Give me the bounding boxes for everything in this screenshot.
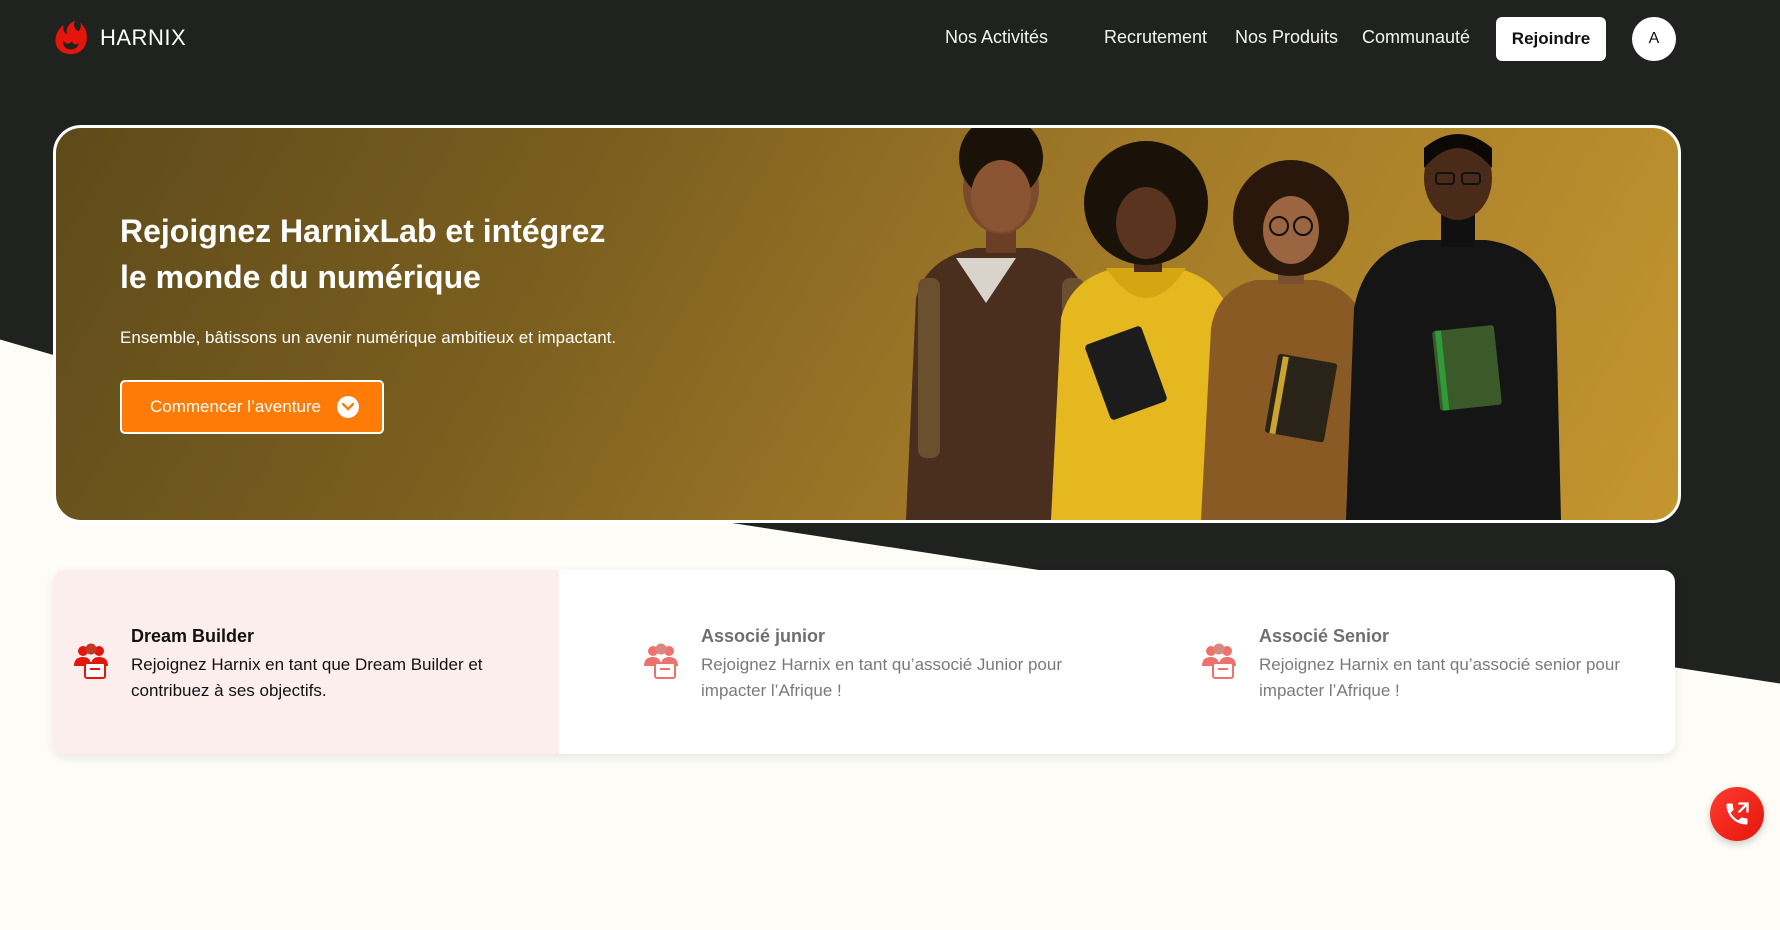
hero-title: Rejoignez HarnixLab et intégrez le monde… [120, 208, 640, 300]
card-description: Rejoignez Harnix en tant que Dream Build… [131, 655, 483, 700]
card-title: Associé Senior [1259, 626, 1390, 646]
nav-link-produits[interactable]: Nos Produits [1235, 27, 1338, 48]
card-title: Associé junior [701, 626, 826, 646]
card-dream-builder[interactable]: Dream Builder Rejoignez Harnix en tant q… [53, 570, 559, 754]
card-title: Dream Builder [131, 626, 255, 646]
join-button[interactable]: Rejoindre [1496, 17, 1606, 61]
harnix-flame-logo-icon [55, 20, 87, 55]
call-button[interactable] [1710, 787, 1764, 841]
hero-title-line-1: Rejoignez HarnixLab et intégrez [120, 213, 606, 249]
student-4-figure [1346, 134, 1561, 520]
students-group-image [906, 128, 1561, 520]
team-briefcase-icon [74, 643, 108, 679]
start-adventure-label: Commencer l’aventure [150, 397, 322, 416]
team-briefcase-icon [1202, 643, 1236, 679]
avatar[interactable]: A [1632, 17, 1676, 61]
team-briefcase-icon [644, 643, 678, 679]
student-3-figure [1201, 160, 1371, 520]
hero-title-line-2: le monde du numérique [120, 259, 481, 295]
top-navbar: HARNIX Nos Activités Recrutement Nos Pro… [0, 0, 1780, 88]
phone-call-icon [1726, 802, 1749, 825]
nav-link-communaute[interactable]: Communauté [1362, 27, 1470, 48]
nav-link-activites[interactable]: Nos Activités [945, 27, 1048, 48]
brand-name: HARNIX [100, 25, 187, 50]
card-description: Rejoignez Harnix en tant qu’associé Juni… [701, 655, 1062, 700]
membership-cards: Dream Builder Rejoignez Harnix en tant q… [53, 570, 1675, 754]
hero-subtitle: Ensemble, bâtissons un avenir numérique … [120, 328, 617, 347]
card-description: Rejoignez Harnix en tant qu’associé seni… [1259, 655, 1620, 700]
card-associe-senior[interactable]: Associé Senior Rejoignez Harnix en tant … [1181, 570, 1675, 754]
brand-logo[interactable]: HARNIX [52, 20, 186, 56]
hero-banner: Rejoignez HarnixLab et intégrez le monde… [53, 125, 1681, 523]
nav-link-recrutement[interactable]: Recrutement [1104, 27, 1207, 48]
chevron-down-icon [337, 396, 360, 418]
start-adventure-button[interactable]: Commencer l’aventure [120, 380, 384, 434]
card-associe-junior[interactable]: Associé junior Rejoignez Harnix en tant … [623, 570, 1143, 754]
